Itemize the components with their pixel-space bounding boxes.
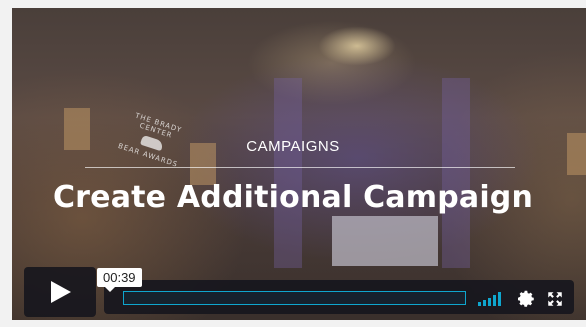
play-icon [51,281,71,303]
video-player[interactable]: THE BRADY CENTER BEAR AWARDS CAMPAIGNS C… [0,0,586,327]
progress-bar[interactable] [123,291,466,305]
divider [85,167,515,168]
volume-icon[interactable] [478,292,504,306]
settings-gear-icon[interactable] [518,290,536,308]
section-eyebrow: CAMPAIGNS [246,138,340,155]
timestamp-tooltip: 00:39 [97,268,142,292]
play-button[interactable] [24,267,96,317]
chandelier [302,18,412,73]
video-title: Create Additional Campaign [52,180,534,215]
pillar [274,78,302,268]
pillar [442,78,470,268]
fullscreen-icon[interactable] [546,290,564,308]
stage-screen [332,216,438,266]
